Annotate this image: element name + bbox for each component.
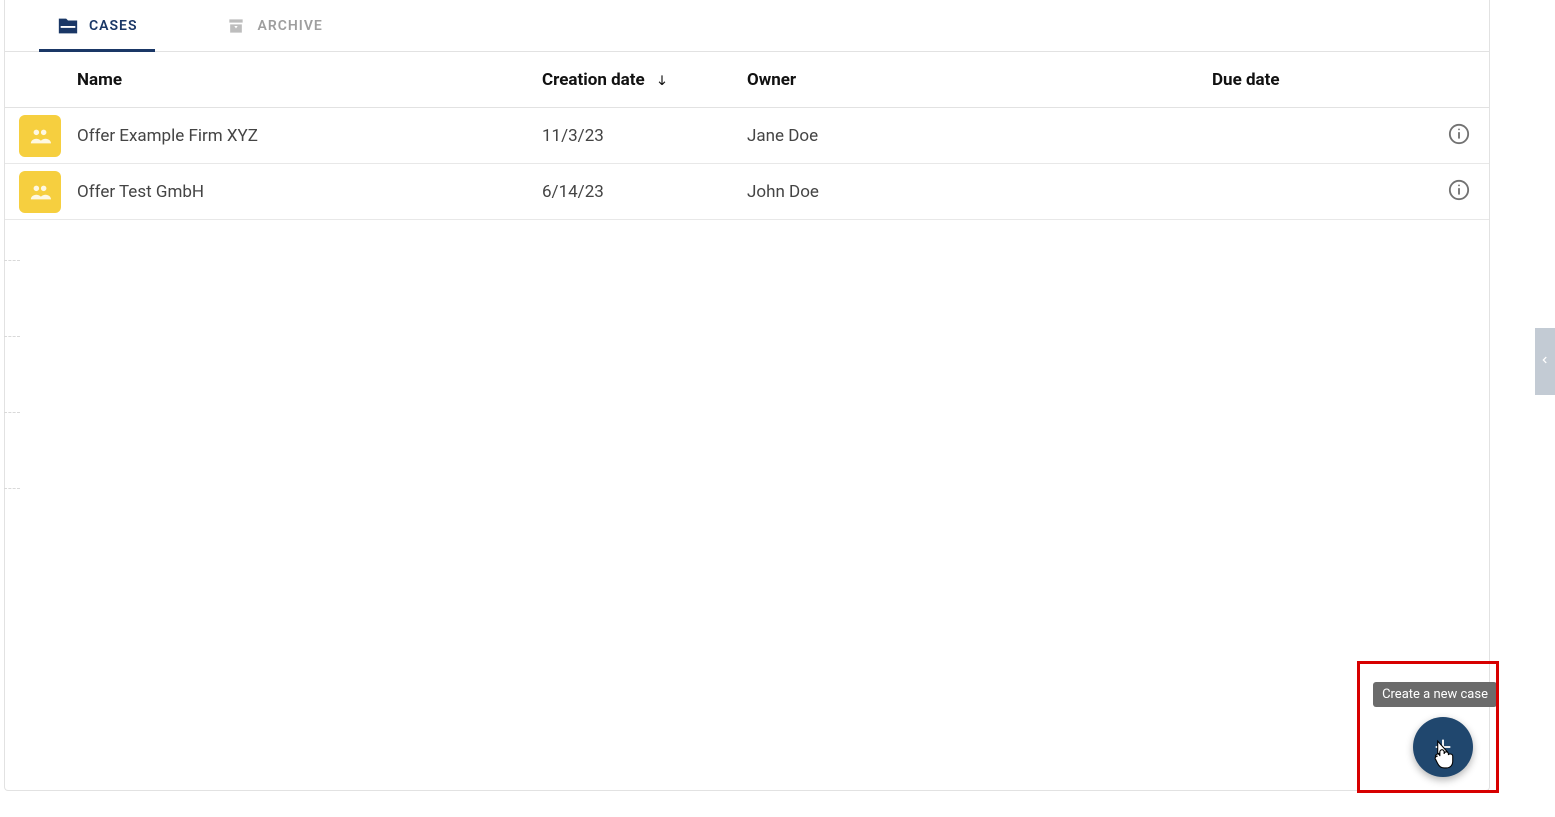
info-icon (1448, 179, 1470, 201)
col-header-owner[interactable]: Owner (747, 70, 1212, 90)
tab-cases-label: CASES (89, 18, 137, 34)
create-case-button[interactable] (1413, 717, 1473, 777)
folder-icon (57, 15, 79, 37)
row-owner: Jane Doe (747, 126, 1212, 146)
side-panel-toggle[interactable] (1535, 328, 1555, 395)
case-icon (19, 171, 61, 213)
case-icon (19, 115, 61, 157)
col-header-creation-date[interactable]: Creation date (542, 70, 747, 90)
row-name: Offer Test GmbH (77, 182, 542, 202)
row-actions (1429, 177, 1489, 206)
row-actions (1429, 121, 1489, 150)
tab-archive[interactable]: ARCHIVE (221, 0, 326, 51)
table-row[interactable]: Offer Test GmbH6/14/23John Doe (5, 164, 1489, 220)
archive-icon (225, 15, 247, 37)
tab-archive-label: ARCHIVE (257, 18, 322, 34)
tab-cases[interactable]: CASES (53, 0, 141, 51)
tabs: CASES ARCHIVE (5, 0, 1489, 52)
fab-tooltip: Create a new case (1373, 682, 1497, 707)
main-panel: CASES ARCHIVE Name Creation date Owner D… (4, 0, 1490, 791)
table-header: Name Creation date Owner Due date (5, 52, 1489, 108)
col-header-name[interactable]: Name (77, 70, 542, 90)
row-icon-cell (5, 115, 77, 157)
row-owner: John Doe (747, 182, 1212, 202)
edge-decoration (4, 260, 22, 564)
row-creation-date: 11/3/23 (542, 126, 747, 146)
info-icon (1448, 123, 1470, 145)
col-header-creation-date-label: Creation date (542, 70, 645, 90)
sort-descending-icon (655, 73, 669, 87)
row-icon-cell (5, 171, 77, 213)
chevron-left-icon (1540, 352, 1550, 371)
table-body: Offer Example Firm XYZ11/3/23Jane DoeOff… (5, 108, 1489, 220)
row-creation-date: 6/14/23 (542, 182, 747, 202)
table-row[interactable]: Offer Example Firm XYZ11/3/23Jane Doe (5, 108, 1489, 164)
info-button[interactable] (1446, 177, 1472, 203)
plus-icon (1432, 736, 1454, 758)
col-header-due-date[interactable]: Due date (1212, 70, 1429, 90)
row-name: Offer Example Firm XYZ (77, 126, 542, 146)
info-button[interactable] (1446, 121, 1472, 147)
